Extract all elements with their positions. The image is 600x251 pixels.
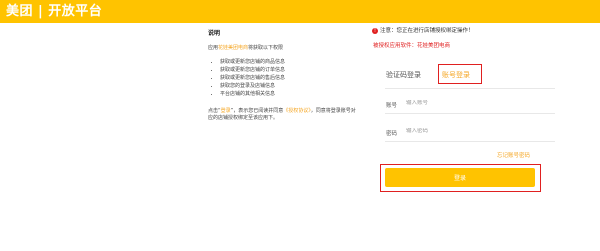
password-input[interactable] xyxy=(406,128,526,134)
forgot-password-link[interactable]: 忘记账号密码 xyxy=(497,151,530,159)
permission-item: 获取您的登录及店铺信息 xyxy=(220,83,358,90)
header-title: 美团 | 开放平台 xyxy=(6,4,103,19)
account-input[interactable] xyxy=(406,100,526,106)
permission-item: 获取或更新您店铺的商品信息 xyxy=(220,59,358,66)
intro-text: 应用花娃美团电商将获取以下权限 xyxy=(208,45,358,52)
agreement-link[interactable]: 《授权协议》 xyxy=(283,108,311,114)
account-divider xyxy=(385,113,555,114)
permission-description: 说明 应用花娃美团电商将获取以下权限 获取或更新您店铺的商品信息 获取或更新您店… xyxy=(208,30,358,122)
warning-icon: ! xyxy=(372,27,378,34)
authorized-app-warning: 被授权应用软件：花娃美团电商 xyxy=(373,43,451,49)
permission-item: 平台店铺的其他相关信息 xyxy=(220,91,358,98)
tab-code-login[interactable]: 验证码登录 xyxy=(386,70,421,80)
warning-text: 注意：您正在进行店铺授权绑定操作！ xyxy=(380,28,474,34)
password-label: 密码 xyxy=(386,131,398,137)
tabs-divider xyxy=(385,88,555,89)
permission-item: 获取或更新您店铺的订单信息 xyxy=(220,67,358,74)
account-label: 账号 xyxy=(386,103,398,109)
intro-app-name: 花娃美团电商 xyxy=(218,45,249,51)
bind-warning: ! 注意：您正在进行店铺授权绑定操作！ xyxy=(372,27,474,35)
intro-suffix: 将获取以下权限 xyxy=(248,45,284,51)
notice-mid: ”，表示您已阅读并同意 xyxy=(230,108,284,114)
permission-list: 获取或更新您店铺的商品信息 获取或更新您店铺的订单信息 获取或更新您店铺的售后信… xyxy=(208,59,358,98)
permission-item: 获取或更新您店铺的售后信息 xyxy=(220,75,358,82)
description-title: 说明 xyxy=(208,30,221,37)
login-button[interactable]: 登录 xyxy=(385,168,535,187)
top-header: 美团 | 开放平台 xyxy=(0,0,600,23)
agreement-notice: 点击“登录”，表示您已阅读并同意《授权协议》，同意将登录账号对应的店铺授权绑定至… xyxy=(208,108,358,122)
notice-login-link[interactable]: 登录 xyxy=(221,108,231,114)
notice-prefix: 点击“ xyxy=(208,108,221,114)
intro-prefix: 应用 xyxy=(208,45,219,51)
password-divider xyxy=(385,141,555,142)
account-tab-highlight xyxy=(438,64,482,84)
